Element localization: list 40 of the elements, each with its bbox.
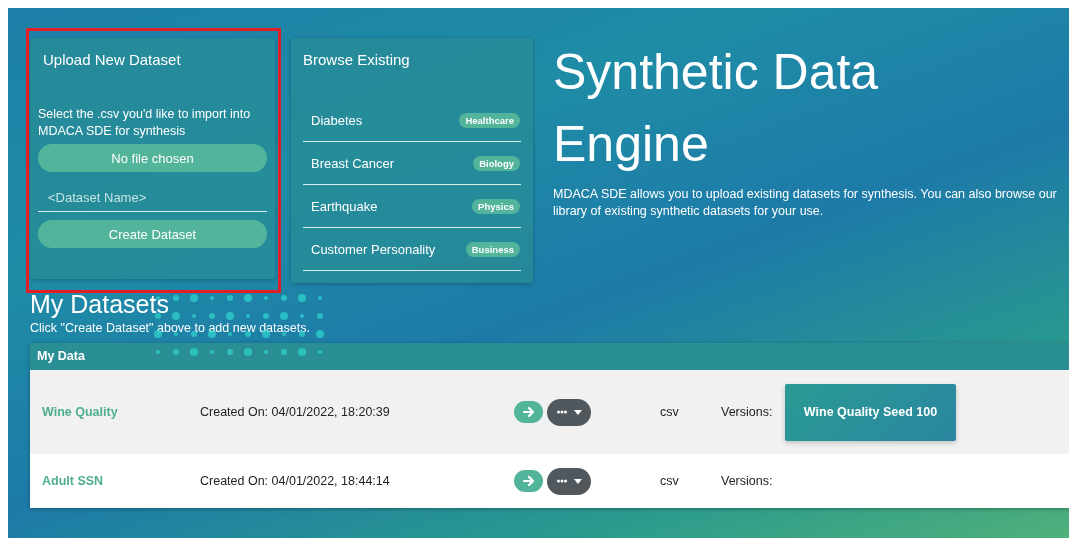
hint-text: Click "Create Dataset" above to add new datasets.	[30, 321, 311, 335]
table-header: My Data	[30, 343, 1069, 370]
dataset-name: Diabetes	[311, 112, 363, 128]
card-title: Browse Existing	[303, 51, 411, 68]
versions-label: Versions:	[721, 474, 774, 488]
dataset-list-item[interactable]: Breast Cancer Biology	[303, 142, 521, 185]
versions-label: Versions:	[721, 405, 774, 419]
card-title: Upload New Dataset	[43, 51, 182, 68]
version-button[interactable]: Wine Quality Seed 100	[785, 383, 956, 441]
category-tag: Physics	[472, 198, 520, 214]
category-tag: Business	[465, 241, 520, 257]
more-options-button[interactable]	[547, 398, 591, 426]
dataset-name-cell-text: Wine Quality	[42, 405, 119, 419]
category-tag: Healthcare	[459, 112, 520, 128]
dataset-list-item[interactable]: Diabetes Healthcare	[303, 99, 521, 142]
created-date-cell-text: Created On: 04/01/2022, 18:44:14	[200, 474, 391, 488]
dataset-name-field[interactable]: <Dataset Name>	[38, 184, 267, 212]
dataset-name: Earthquake	[311, 198, 378, 214]
arrow-right-icon	[522, 406, 535, 418]
page-title: Synthetic Data Engine	[553, 43, 880, 174]
format-cell-text: csv	[660, 405, 680, 419]
dataset-list-item[interactable]: Customer Personality Business	[303, 228, 521, 271]
dataset-name-cell-text: Adult SSN	[42, 474, 105, 488]
dataset-list-item[interactable]: Earthquake Physics	[303, 185, 521, 228]
file-chooser-button[interactable]: No file chosen	[38, 144, 267, 172]
more-icon	[556, 479, 567, 483]
instructions-text: Select the .csv you'd like to import into MDACA SDE for synthesis	[38, 106, 252, 140]
category-tag: Biology	[473, 155, 520, 171]
dataset-name: Customer Personality	[311, 241, 436, 257]
description-text: MDACA SDE allows you to upload existing datasets for synthesis. You can also browse our library of existing synthetic datasets for your use.	[553, 186, 1058, 220]
format-cell-text: csv	[660, 474, 680, 488]
more-options-button[interactable]	[547, 467, 591, 495]
caret-icon	[573, 478, 582, 484]
section-title: My Datasets	[30, 289, 170, 319]
create-dataset-button[interactable]: Create Dataset	[38, 220, 267, 248]
created-date-cell-text: Created On: 04/01/2022, 18:20:39	[200, 405, 391, 419]
caret-icon	[573, 409, 582, 415]
dataset-name: Breast Cancer	[311, 155, 395, 171]
arrow-right-icon	[522, 475, 535, 487]
more-icon	[556, 410, 567, 414]
